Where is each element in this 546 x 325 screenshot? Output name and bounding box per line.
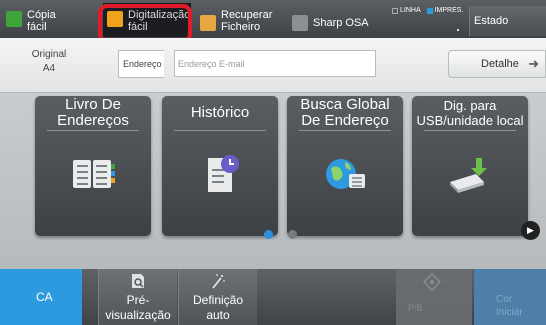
preview-button-label: Pré- visualização	[105, 293, 171, 322]
email-address-input[interactable]: Endereço E-mail	[174, 50, 376, 77]
auto-setting-button-label: Definição auto	[192, 293, 244, 322]
auto-setting-button[interactable]: Definição auto	[178, 269, 257, 325]
color-start-button[interactable]: Cor Iniciar	[474, 269, 546, 325]
start-diamond-icon	[423, 273, 441, 291]
tab-easy-copy-label: Cópia fácil	[27, 9, 56, 33]
scan-to-usb-tile-label: Dig. para USB/unidade local	[416, 98, 524, 128]
tab-retrieve-file[interactable]: Recuperar Ficheiro	[196, 3, 286, 37]
folder-icon	[200, 15, 216, 31]
color-start-label: Cor Iniciar	[496, 294, 523, 318]
tile-divider	[174, 130, 266, 131]
global-address-search-tile[interactable]: Busca Global De Endereço	[287, 96, 403, 236]
tab-retrieve-file-label: Recuperar Ficheiro	[221, 9, 273, 33]
history-tile[interactable]: Histórico	[162, 96, 278, 236]
tab-sharp-osa[interactable]: Sharp OSA	[288, 3, 388, 37]
arrow-right-icon: ➜	[528, 56, 539, 71]
line-indicator-label: LINHA	[400, 7, 421, 14]
original-size: A4	[42, 63, 56, 74]
top-bar: Cópia fácil Digitalização fácil Recupera…	[0, 0, 546, 57]
bottom-bar: CA Pré- visualização Definição auto P/B …	[0, 269, 546, 325]
tile-divider	[47, 130, 139, 131]
history-tile-label: Histórico	[190, 104, 250, 121]
address-row: Original A4 Endereço Endereço E-mail Det…	[0, 38, 546, 93]
global-address-icon	[326, 159, 365, 189]
detail-button[interactable]: Detalhe ➜	[448, 50, 546, 78]
detail-button-label: Detalhe	[481, 58, 519, 70]
main-panel: Livro De Endereços Histórico Busca Globa…	[0, 93, 546, 269]
line-indicator: LINHA	[392, 7, 421, 14]
bw-start-label: P/B	[408, 303, 423, 313]
line-indicator-icon	[392, 7, 398, 14]
tab-easy-copy[interactable]: Cópia fácil	[2, 3, 66, 37]
original-label: Original	[31, 49, 67, 60]
separator-dot	[457, 29, 459, 31]
tab-sharp-osa-label: Sharp OSA	[313, 17, 369, 29]
print-indicator: IMPRES.	[426, 7, 464, 14]
clear-all-button[interactable]: CA	[0, 269, 82, 325]
preview-button[interactable]: Pré- visualização	[98, 269, 177, 325]
tile-divider	[424, 130, 516, 131]
next-page-button[interactable]: ▶	[521, 221, 540, 240]
address-book-tile[interactable]: Livro De Endereços	[35, 96, 151, 236]
job-status-button[interactable]: Estado trabalho	[469, 6, 546, 57]
bw-start-button[interactable]: P/B	[396, 269, 472, 325]
history-icon	[208, 155, 239, 192]
page-indicator[interactable]	[288, 230, 297, 239]
page-indicator-active[interactable]	[264, 230, 273, 239]
address-label: Endereço	[118, 50, 164, 78]
preview-icon	[132, 274, 144, 288]
usb-icon	[450, 158, 487, 193]
magic-wand-icon	[212, 274, 225, 289]
tile-divider	[299, 130, 391, 131]
global-address-search-tile-label: Busca Global De Endereço	[300, 96, 390, 129]
sharp-osa-icon	[292, 15, 308, 31]
print-indicator-label: IMPRES.	[434, 7, 464, 14]
status-indicators: LINHA IMPRES.	[392, 7, 467, 16]
original-setting[interactable]: Original A4	[18, 48, 80, 76]
scan-to-usb-tile[interactable]: Dig. para USB/unidade local	[412, 96, 528, 236]
address-book-tile-label: Livro De Endereços	[57, 96, 129, 129]
copy-icon	[6, 11, 22, 27]
print-indicator-icon	[426, 7, 433, 14]
address-book-icon	[73, 160, 115, 188]
